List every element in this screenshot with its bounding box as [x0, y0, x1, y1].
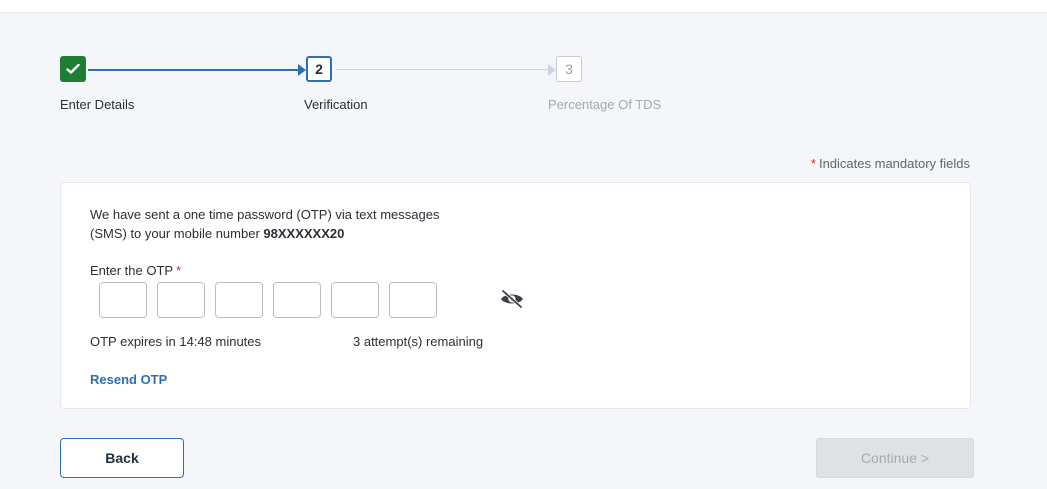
otp-sent-message: We have sent a one time password (OTP) v…	[90, 205, 610, 243]
otp-digit-1[interactable]	[99, 282, 147, 318]
mandatory-fields-note: * Indicates mandatory fields	[811, 156, 970, 171]
otp-digit-3[interactable]	[215, 282, 263, 318]
step-2-label: Verification	[304, 97, 368, 112]
otp-digit-2[interactable]	[157, 282, 205, 318]
otp-digit-5[interactable]	[331, 282, 379, 318]
otp-attempts-text: 3 attempt(s) remaining	[353, 334, 484, 349]
step-1-label: Enter Details	[60, 97, 135, 112]
back-button[interactable]: Back	[60, 438, 184, 478]
otp-label-text: Enter the OTP	[90, 263, 174, 278]
required-star: *	[810, 156, 816, 171]
top-bar	[0, 0, 1047, 13]
message-line-1: We have sent a one time password (OTP) v…	[90, 207, 440, 222]
progress-stepper: 2 3 Enter Details Verification Percentag…	[60, 56, 760, 126]
step-1-completed	[60, 56, 86, 82]
otp-card: We have sent a one time password (OTP) v…	[60, 182, 971, 409]
arrow-icon	[548, 64, 556, 76]
resend-otp-link[interactable]: Resend OTP	[90, 372, 167, 387]
message-line-2: (SMS) to your mobile number	[90, 226, 264, 241]
otp-expiry-text: OTP expires in 14:48 minutes	[90, 334, 262, 349]
mobile-number: 98XXXXXX20	[263, 226, 345, 241]
otp-digit-4[interactable]	[273, 282, 321, 318]
step-2-number: 2	[306, 56, 332, 82]
arrow-icon	[298, 64, 306, 76]
eye-off-icon[interactable]	[499, 288, 525, 310]
step-3-number: 3	[556, 56, 582, 82]
step-connector-1	[88, 69, 298, 71]
continue-button[interactable]: Continue >	[816, 438, 974, 478]
required-star: *	[176, 263, 182, 278]
step-connector-2	[336, 69, 548, 70]
otp-digit-6[interactable]	[389, 282, 437, 318]
check-icon	[66, 63, 80, 74]
step-3-label: Percentage Of TDS	[548, 97, 662, 112]
mandatory-note-text: Indicates mandatory fields	[818, 156, 970, 171]
otp-label: Enter the OTP *	[90, 263, 181, 278]
